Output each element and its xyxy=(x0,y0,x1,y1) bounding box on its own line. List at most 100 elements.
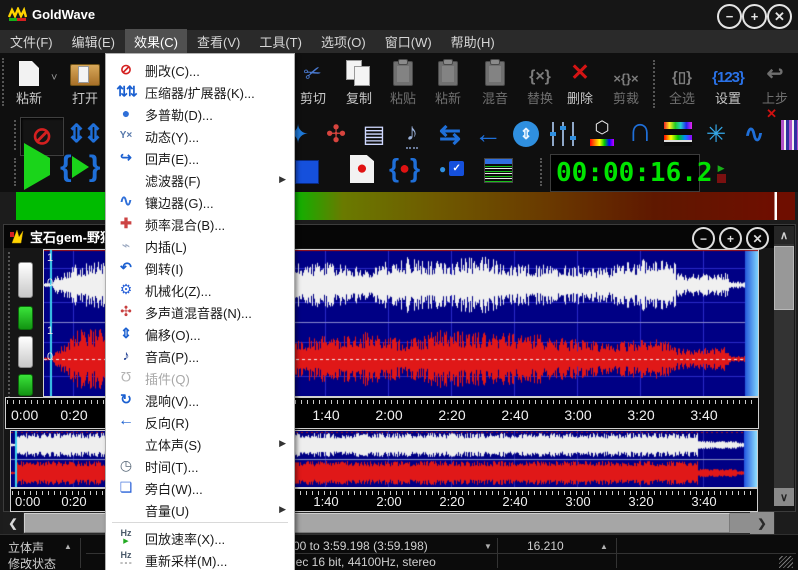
offset-button[interactable]: ⇕ xyxy=(509,116,543,152)
select-all-button[interactable]: {▯} 全选 xyxy=(659,56,705,114)
rate-spin-up[interactable]: ▲ xyxy=(600,542,608,551)
pitch-button[interactable]: ♪ xyxy=(395,116,429,152)
paste-new-button[interactable]: 粘新 xyxy=(425,56,471,114)
channel-spin-up[interactable]: ▲ xyxy=(64,542,72,551)
rate-value[interactable]: 16.210 xyxy=(527,539,564,553)
filter-hexagon-icon: ⬡ xyxy=(595,118,610,138)
toolbar-grip[interactable] xyxy=(14,158,18,186)
menu-item-resample[interactable]: Hz∘∘∘重新采样(M)... xyxy=(107,548,293,570)
pop-removal-icon: ✳ xyxy=(706,120,726,149)
doc-maximize-button[interactable]: + xyxy=(719,227,742,250)
set-selection-button[interactable]: {123} 设置 xyxy=(705,56,751,114)
open-dropdown-caret[interactable]: ˅ xyxy=(51,72,57,84)
open-button[interactable]: 打开 xyxy=(62,56,108,114)
cut-button[interactable]: ✂ 剪切 xyxy=(290,56,336,114)
menu-item-dynamics[interactable]: Y×动态(Y)... xyxy=(107,124,293,146)
menu-item-frequency-blend[interactable]: ✚频率混合(B)... xyxy=(107,212,293,234)
stop-button[interactable] xyxy=(295,160,319,184)
menu-item-playback-rate[interactable]: Hz▶回放速率(X)... xyxy=(107,526,293,548)
modify-status-cell[interactable]: 修改状态 xyxy=(8,555,56,570)
trim-arrows-button[interactable]: ⇕⇕ xyxy=(66,119,100,149)
reverb-button[interactable]: ∩ xyxy=(623,112,657,148)
menu-item-offset[interactable]: ⇕偏移(O)... xyxy=(107,322,293,344)
menu-item-censor[interactable]: ⊘删改(C)... xyxy=(107,58,293,80)
paste-new-file-button[interactable]: 粘新 xyxy=(6,56,52,114)
toolbar-grip[interactable] xyxy=(14,120,18,150)
scroll-down-button[interactable]: ∨ xyxy=(774,488,794,506)
menu-item-mechanize[interactable]: ⚙机械化(Z)... xyxy=(107,278,293,300)
resize-grip[interactable] xyxy=(779,556,793,568)
volume-fader[interactable] xyxy=(18,262,33,298)
menu-item-doppler[interactable]: ●多普勒(D)... xyxy=(107,102,293,124)
menu-effects[interactable]: 效果(C) xyxy=(125,29,187,54)
equalizer-button[interactable] xyxy=(547,116,581,152)
play-selection-button[interactable]: { } xyxy=(60,152,100,182)
scroll-up-button[interactable]: ∧ xyxy=(774,226,794,244)
reverse-button[interactable]: ← xyxy=(471,116,505,152)
silence-button[interactable]: ∿✕ xyxy=(737,116,771,152)
menu-window[interactable]: 窗口(W) xyxy=(376,29,441,54)
record-selection-button[interactable]: { ● } xyxy=(389,155,420,181)
menu-item-reverse[interactable]: ←反向(R) xyxy=(107,410,293,432)
menu-view[interactable]: 查看(V) xyxy=(188,29,249,54)
monitor-toggle-button[interactable]: ● ✓ xyxy=(439,161,464,176)
channel-mode-cell[interactable]: 立体声 xyxy=(8,539,44,556)
menu-item-filter[interactable]: 滤波器(F)▶ xyxy=(107,168,293,190)
scrollbar-track[interactable] xyxy=(730,513,750,533)
delete-button[interactable]: ✕ 删除 xyxy=(557,56,603,114)
close-button[interactable]: ✕ xyxy=(767,4,792,29)
scale-label: 1 xyxy=(47,325,53,337)
menu-item-compressor-expander[interactable]: ⇅⇅压缩器/扩展器(K)... xyxy=(107,80,293,102)
selection-dropdown[interactable]: ▼ xyxy=(484,542,492,551)
scroll-right-button[interactable]: ❯ xyxy=(750,512,774,534)
pitch-note-icon: ♪ xyxy=(406,119,418,149)
offset-icon: ⇕ xyxy=(115,322,137,344)
menu-options[interactable]: 选项(O) xyxy=(312,29,375,54)
maximize-button[interactable]: + xyxy=(742,4,767,29)
mix-button[interactable]: 混音 xyxy=(472,56,518,114)
menu-tools[interactable]: 工具(T) xyxy=(250,29,311,54)
swap-channels-button[interactable]: ⇆ xyxy=(433,116,467,152)
play-button[interactable] xyxy=(24,158,50,176)
menu-item-volume[interactable]: 音量(U)▶ xyxy=(107,498,293,520)
axis-label: 3:40 xyxy=(691,494,716,509)
menu-item-reverb[interactable]: ↻混响(V)... xyxy=(107,388,293,410)
noise-gate-button[interactable] xyxy=(661,116,695,152)
menu-item-flanger[interactable]: ∿镶边器(G)... xyxy=(107,190,293,212)
balance-fader[interactable] xyxy=(18,374,33,396)
menu-item-echo[interactable]: ↪回声(E)... xyxy=(107,146,293,168)
mixer-button[interactable]: ✣ xyxy=(319,116,353,152)
vertical-scrollbar[interactable]: ∧ ∨ xyxy=(774,226,794,506)
doc-close-button[interactable]: ✕ xyxy=(746,227,769,250)
volume-fader[interactable] xyxy=(18,336,33,368)
menu-edit[interactable]: 编辑(E) xyxy=(63,29,124,54)
menu-help[interactable]: 帮助(H) xyxy=(442,29,504,54)
record-button[interactable]: ● xyxy=(350,155,374,183)
filter-button[interactable]: ⬡ xyxy=(585,114,619,150)
scrollbar-thumb[interactable] xyxy=(774,246,794,310)
menu-item-interpolate[interactable]: ⌁内插(L) xyxy=(107,234,293,256)
copy-button[interactable]: 复制 xyxy=(336,56,382,114)
selection-info[interactable]: 00 to 3:59.198 (3:59.198) xyxy=(293,539,428,553)
menu-item-voice-over[interactable]: ❏旁白(W)... xyxy=(107,476,293,498)
menu-item-stereo[interactable]: 立体声(S)▶ xyxy=(107,432,293,454)
menu-file[interactable]: 文件(F) xyxy=(1,29,62,54)
balance-fader[interactable] xyxy=(18,306,33,330)
toolbar-grip[interactable] xyxy=(540,158,544,186)
control-panel-button[interactable] xyxy=(484,158,513,183)
menu-item-plugin[interactable]: Ω插件(Q) xyxy=(107,366,293,388)
left-arrow-icon: ❮ xyxy=(8,517,17,530)
clipped-toolbar-button[interactable] xyxy=(781,120,798,150)
doc-minimize-button[interactable]: − xyxy=(692,227,715,250)
pop-removal-button[interactable]: ✳ xyxy=(699,116,733,152)
scroll-left-button[interactable]: ❮ xyxy=(3,512,23,534)
menu-item-invert[interactable]: ↶倒转(I) xyxy=(107,256,293,278)
menu-item-pitch[interactable]: ♪音高(P)... xyxy=(107,344,293,366)
playlist-button[interactable]: ▤ xyxy=(357,116,391,152)
menu-item-time[interactable]: ◷时间(T)... xyxy=(107,454,293,476)
minimize-button[interactable]: − xyxy=(717,4,742,29)
title-bar[interactable]: GoldWave − + ✕ xyxy=(0,0,798,30)
paste-button[interactable]: 粘贴 xyxy=(380,56,426,114)
menu-item-channel-mixer[interactable]: ✣多声道混音器(N)... xyxy=(107,300,293,322)
trim-button[interactable]: ×{}× 剪裁 xyxy=(603,56,649,114)
